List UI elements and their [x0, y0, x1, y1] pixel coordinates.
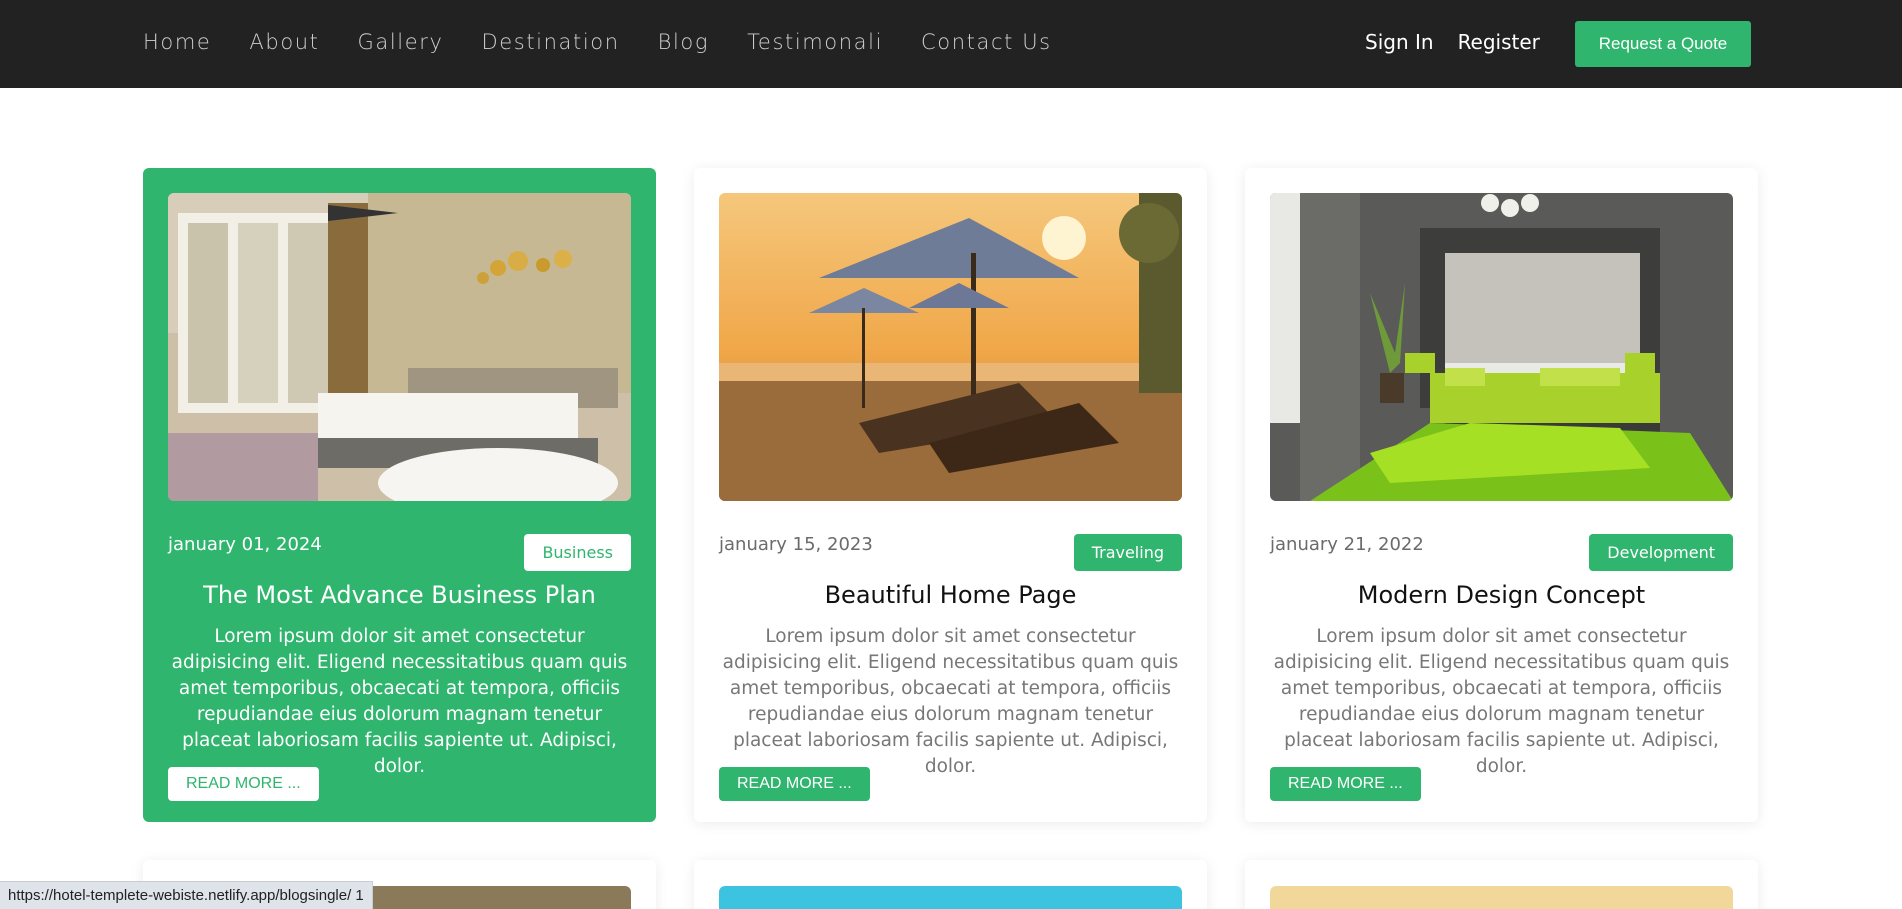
register-link[interactable]: Register: [1458, 30, 1540, 54]
nav-link-contact[interactable]: Contact Us: [921, 30, 1052, 54]
card-image: [719, 886, 1182, 909]
request-quote-button[interactable]: Request a Quote: [1575, 21, 1751, 67]
blog-card-development: january 21, 2022 Development Modern Desi…: [1245, 168, 1758, 822]
nav-link-blog[interactable]: Blog: [658, 30, 709, 54]
card-title: Beautiful Home Page: [824, 581, 1077, 609]
nav-links: Home About Gallery Destination Blog Test…: [143, 30, 1052, 54]
category-tag[interactable]: Development: [1589, 534, 1733, 571]
blog-card-traveling: january 15, 2023 Traveling Beautiful Hom…: [694, 168, 1207, 822]
sign-in-link[interactable]: Sign In: [1365, 30, 1434, 54]
card-date: january 21, 2022: [1270, 534, 1424, 555]
card-title: Modern Design Concept: [1357, 581, 1646, 609]
top-navbar: Home About Gallery Destination Blog Test…: [0, 0, 1902, 88]
hotel-room-image: [168, 193, 631, 501]
beach-sunset-photo: [719, 193, 1182, 501]
category-tag[interactable]: Traveling: [1073, 534, 1182, 571]
card-date: january 01, 2024: [168, 534, 322, 555]
card-date: january 15, 2023: [719, 534, 873, 555]
beach-sunset-image: [719, 193, 1182, 501]
auth-links: Sign In Register: [1365, 30, 1540, 54]
blog-card-peek: [694, 860, 1207, 909]
nav-link-home[interactable]: Home: [143, 30, 211, 54]
browser-status-url: https://hotel-templete-webiste.netlify.a…: [0, 881, 373, 909]
nav-link-testimonali[interactable]: Testimonali: [747, 30, 883, 54]
category-tag[interactable]: Business: [524, 534, 631, 571]
card-title: The Most Advance Business Plan: [203, 581, 596, 609]
nav-link-destination[interactable]: Destination: [482, 30, 620, 54]
card-image: [1270, 886, 1733, 909]
blog-card-peek: [1245, 860, 1758, 909]
card-description: Lorem ipsum dolor sit amet consectetur a…: [1273, 626, 1730, 777]
nav-link-about[interactable]: About: [249, 30, 319, 54]
read-more-button[interactable]: READ MORE ...: [168, 767, 319, 801]
hotel-room-photo: [168, 193, 631, 501]
read-more-button[interactable]: READ MORE ...: [1270, 767, 1421, 801]
nav-link-gallery[interactable]: Gallery: [358, 30, 444, 54]
modern-bedroom-photo: [1270, 193, 1733, 501]
card-description: Lorem ipsum dolor sit amet consectetur a…: [722, 626, 1179, 777]
card-description: Lorem ipsum dolor sit amet consectetur a…: [171, 626, 628, 777]
modern-bedroom-image: [1270, 193, 1733, 501]
read-more-button[interactable]: READ MORE ...: [719, 767, 870, 801]
blog-card-business: january 01, 2024 Business The Most Advan…: [143, 168, 656, 822]
